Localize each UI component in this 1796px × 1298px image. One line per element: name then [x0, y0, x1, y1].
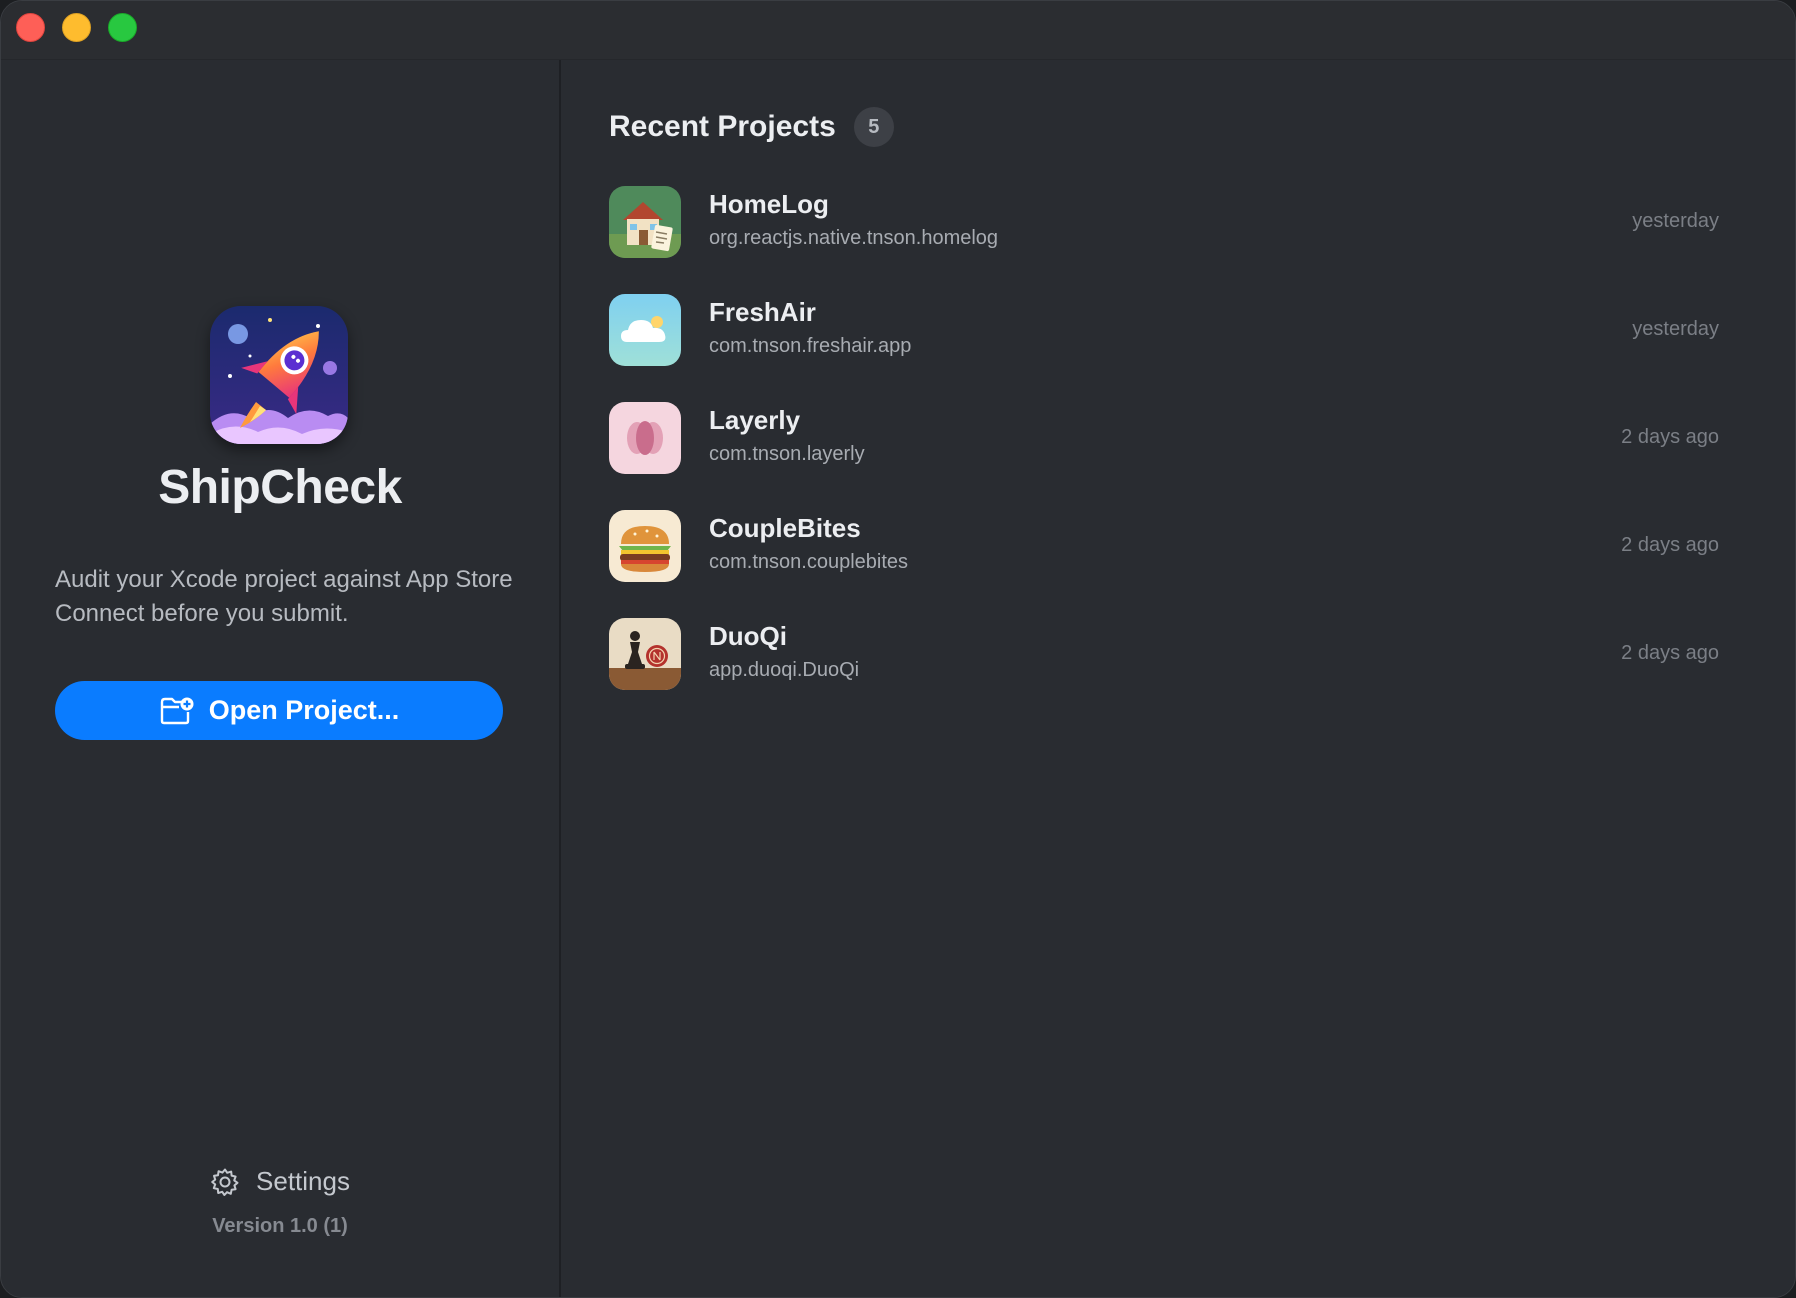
- project-row-couplebites[interactable]: CoupleBites com.tnson.couplebites 2 days…: [609, 510, 1759, 618]
- project-name: Layerly: [709, 405, 801, 435]
- title-bar: [1, 1, 1795, 60]
- project-name: HomeLog: [709, 189, 829, 219]
- open-project-button[interactable]: Open Project...: [55, 681, 503, 740]
- chess-icon: [609, 618, 681, 690]
- flower-icon: [609, 402, 681, 474]
- rocket-icon: [210, 306, 348, 444]
- section-title: Recent Projects: [609, 110, 836, 143]
- gear-icon: [211, 1168, 239, 1196]
- project-count-badge: 5: [853, 107, 894, 147]
- project-last-opened: 2 days ago: [1621, 642, 1719, 664]
- recent-projects-panel: Recent Projects 5 HomeLog org.reactjs.na…: [561, 60, 1795, 1297]
- app-logo: [210, 306, 348, 444]
- house-icon: [609, 186, 681, 258]
- burger-icon: [609, 510, 681, 582]
- recent-projects-header: Recent Projects 5: [609, 107, 894, 147]
- project-bundle-id: com.tnson.freshair.app: [709, 335, 912, 357]
- project-name: DuoQi: [709, 621, 787, 651]
- open-project-label: Open Project...: [208, 695, 400, 725]
- project-row-layerly[interactable]: Layerly com.tnson.layerly 2 days ago: [609, 402, 1759, 510]
- zoom-window-button[interactable]: [108, 13, 137, 42]
- project-last-opened: 2 days ago: [1621, 534, 1719, 556]
- project-bundle-id: com.tnson.couplebites: [709, 551, 909, 573]
- project-row-homelog[interactable]: HomeLog org.reactjs.native.tnson.homelog…: [609, 186, 1759, 294]
- app-name: ShipCheck: [158, 461, 402, 514]
- app-window: ShipCheck Audit your Xcode project again…: [0, 0, 1796, 1298]
- close-window-button[interactable]: [16, 13, 45, 42]
- sidebar: ShipCheck Audit your Xcode project again…: [1, 60, 561, 1297]
- cloud-icon: [609, 294, 681, 366]
- folder-plus-icon: [160, 697, 194, 724]
- settings-label: Settings: [256, 1166, 350, 1196]
- project-list: HomeLog org.reactjs.native.tnson.homelog…: [609, 186, 1759, 726]
- project-row-freshair[interactable]: FreshAir com.tnson.freshair.app yesterda…: [609, 294, 1759, 402]
- project-bundle-id: org.reactjs.native.tnson.homelog: [709, 227, 999, 249]
- app-tagline: Audit your Xcode project against App Sto…: [55, 566, 513, 627]
- settings-button[interactable]: Settings: [1, 1166, 559, 1197]
- project-bundle-id: app.duoqi.DuoQi: [709, 659, 860, 681]
- project-last-opened: yesterday: [1632, 318, 1719, 340]
- project-name: FreshAir: [709, 297, 816, 327]
- minimize-window-button[interactable]: [62, 13, 91, 42]
- project-last-opened: yesterday: [1632, 210, 1719, 232]
- project-row-duoqi[interactable]: DuoQi app.duoqi.DuoQi 2 days ago: [609, 618, 1759, 726]
- version-label: Version 1.0 (1): [212, 1215, 348, 1237]
- project-name: CoupleBites: [709, 513, 861, 543]
- project-last-opened: 2 days ago: [1621, 426, 1719, 448]
- project-bundle-id: com.tnson.layerly: [709, 443, 865, 465]
